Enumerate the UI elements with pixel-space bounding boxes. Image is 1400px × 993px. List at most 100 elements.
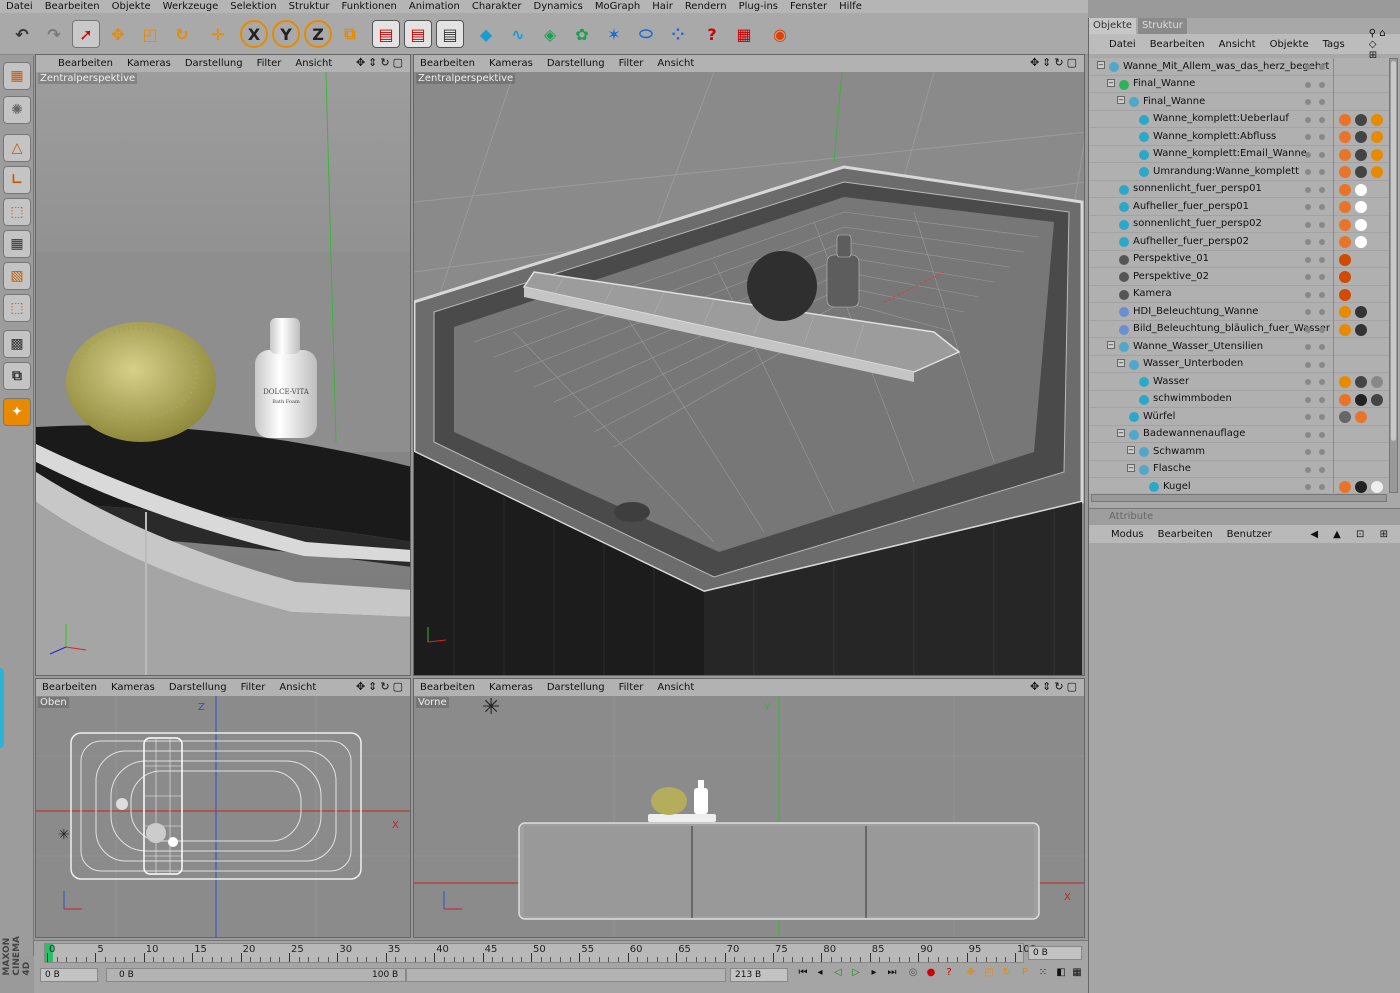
render-dot-icon[interactable] — [1319, 151, 1325, 158]
visibility-dot-icon[interactable] — [1305, 169, 1311, 175]
object-tag-icon[interactable] — [1355, 236, 1367, 248]
viewport-nav-icons[interactable]: ✥⇕↻▢ — [356, 56, 406, 69]
object-name[interactable]: schwimmboden — [1153, 393, 1232, 404]
object-tree-scrollbar[interactable] — [1389, 58, 1398, 493]
render-dot-icon[interactable] — [1319, 414, 1325, 420]
menu-item-datei[interactable]: Datei — [0, 1, 39, 12]
object-name[interactable]: Aufheller_fuer_persp02 — [1133, 236, 1249, 247]
render-dot-icon[interactable] — [1319, 449, 1325, 455]
object-tag-icon[interactable] — [1339, 393, 1351, 406]
object-tag-icon[interactable] — [1355, 411, 1367, 423]
object-name[interactable]: Umrandung:Wanne_komplett — [1153, 166, 1299, 177]
object-row[interactable]: sonnenlicht_fuer_persp02 — [1089, 216, 1389, 233]
viewport-canvas[interactable]: Vorne ✳ X Y — [414, 696, 1084, 937]
object-name[interactable]: Schwamm — [1153, 446, 1205, 457]
scale-icon[interactable]: ◰ — [136, 20, 164, 48]
polygons-mode-icon[interactable]: ⬚ — [3, 198, 31, 226]
render-dot-icon[interactable] — [1319, 431, 1325, 438]
expand-toggle-icon[interactable]: − — [1127, 463, 1135, 472]
visibility-dot-icon[interactable] — [1305, 204, 1311, 210]
visibility-dot-icon[interactable] — [1305, 326, 1311, 333]
render-dot-icon[interactable] — [1319, 239, 1325, 245]
goto-end-icon[interactable]: ⏭ — [885, 965, 899, 979]
object-tag-icon[interactable] — [1339, 148, 1351, 161]
menu-item-werkzeuge[interactable]: Werkzeuge — [157, 1, 225, 12]
object-row[interactable]: Aufheller_fuer_persp02 — [1089, 233, 1389, 251]
render-dot-icon[interactable] — [1319, 204, 1325, 210]
key-pla-icon[interactable]: ⁙ — [1036, 965, 1050, 979]
object-row[interactable]: Aufheller_fuer_persp01 — [1089, 198, 1389, 216]
object-tag-icon[interactable] — [1355, 306, 1367, 318]
object-tag-icon[interactable] — [1355, 481, 1367, 493]
viewport-perspective-left[interactable]: Bearbeiten Kameras Darstellung Filter An… — [35, 54, 411, 676]
tab-objekte[interactable]: Objekte — [1089, 18, 1137, 34]
render-dot-icon[interactable] — [1319, 116, 1325, 123]
viewport-layout-icon[interactable]: ▦ — [3, 62, 31, 90]
visibility-dot-icon[interactable] — [1305, 239, 1311, 245]
visibility-dot-icon[interactable] — [1305, 99, 1311, 105]
object-row[interactable]: Wanne_komplett:Email_Wanne — [1089, 146, 1389, 163]
menu-item-dynamics[interactable]: Dynamics — [528, 1, 589, 12]
object-row[interactable]: − Wasser_Unterboden — [1089, 356, 1389, 373]
object-name[interactable]: Würfel — [1143, 411, 1175, 422]
menu-item-hair[interactable]: Hair — [646, 1, 679, 12]
object-mode-icon[interactable]: ▧ — [3, 262, 31, 290]
visibility-dot-icon[interactable] — [1305, 396, 1311, 403]
render-dot-icon[interactable] — [1319, 256, 1325, 263]
expand-toggle-icon[interactable]: − — [1117, 428, 1125, 437]
visibility-dot-icon[interactable] — [1305, 361, 1311, 368]
visibility-dot-icon[interactable] — [1305, 414, 1311, 420]
timeline-settings-icon[interactable]: ▦ — [1070, 965, 1084, 979]
vp-menu-filter[interactable]: Filter — [613, 682, 652, 693]
record-icon[interactable]: ◎ — [906, 965, 920, 979]
viewport-canvas[interactable]: Oben ✳ X Z — [36, 696, 410, 937]
object-tag-icon[interactable] — [1355, 323, 1367, 336]
om-menu-bearbeiten[interactable]: Bearbeiten — [1150, 39, 1205, 50]
object-row[interactable]: HDI_Beleuchtung_Wanne — [1089, 303, 1389, 321]
object-name[interactable]: Bild_Beleuchtung_bläulich_fuer_Wasser — [1133, 323, 1330, 334]
play-backward-icon[interactable]: ◁ — [831, 965, 845, 979]
visibility-dot-icon[interactable] — [1305, 466, 1311, 473]
object-row[interactable]: Wasser — [1089, 373, 1389, 391]
menu-item-fenster[interactable]: Fenster — [784, 1, 833, 12]
menu-item-hilfe[interactable]: Hilfe — [833, 1, 868, 12]
object-tag-icon[interactable] — [1339, 201, 1351, 213]
array-icon[interactable]: ✿ — [568, 20, 596, 48]
attr-menu-benutzer[interactable]: Benutzer — [1227, 529, 1272, 540]
expand-toggle-icon[interactable]: − — [1107, 341, 1115, 349]
render-dot-icon[interactable] — [1319, 221, 1325, 228]
coordinate-system-icon[interactable]: ⧉ — [336, 20, 364, 48]
object-tree[interactable]: − Wanne_Mit_Allem_was_das_herz_begehrt − Fi… — [1089, 58, 1389, 493]
particle-icon[interactable]: ⁘ — [664, 20, 692, 48]
render-dot-icon[interactable] — [1319, 361, 1325, 368]
object-tag-icon[interactable] — [1355, 376, 1367, 388]
prev-key-icon[interactable]: ◂ — [813, 965, 827, 979]
visibility-dot-icon[interactable] — [1305, 379, 1311, 385]
y-axis-icon[interactable]: Y — [272, 20, 300, 48]
panel-handle[interactable] — [0, 668, 4, 748]
vp-menu-bearbeiten[interactable]: Bearbeiten — [414, 58, 483, 69]
timeline-ruler[interactable]: 0 5 10 15 20 25 30 35 40 45 50 55 60 65 70 75 80 85 90 95 10… — [44, 943, 1036, 963]
visibility-dot-icon[interactable] — [1305, 309, 1311, 315]
object-name[interactable]: sonnenlicht_fuer_persp02 — [1133, 218, 1262, 229]
scrollbar-thumb[interactable] — [1391, 61, 1396, 441]
om-menu-ansicht[interactable]: Ansicht — [1219, 39, 1256, 50]
z-axis-icon[interactable]: Z — [304, 20, 332, 48]
end-frame-field[interactable]: 213 B — [730, 968, 788, 982]
object-tag-icon[interactable] — [1355, 201, 1367, 213]
vp-menu-kameras[interactable]: Kameras — [483, 58, 541, 69]
spline-icon[interactable]: ∿ — [504, 20, 532, 48]
visibility-dot-icon[interactable] — [1305, 134, 1311, 140]
object-name[interactable]: Kugel — [1163, 481, 1191, 492]
key-position-icon[interactable]: ✥ — [964, 965, 978, 979]
object-tag-icon[interactable] — [1355, 218, 1367, 231]
viewport-nav-icons[interactable]: ✥⇕↻▢ — [1030, 680, 1080, 693]
menu-item-mograph[interactable]: MoGraph — [589, 1, 646, 12]
scene-icon[interactable]: ⬭ — [632, 20, 660, 48]
object-name[interactable]: Perspektive_02 — [1133, 271, 1209, 282]
object-row[interactable]: − Final_Wanne — [1089, 76, 1389, 93]
object-tag-icon[interactable] — [1339, 376, 1351, 388]
menu-item-funktionen[interactable]: Funktionen — [336, 1, 403, 12]
menu-item-objekte[interactable]: Objekte — [106, 1, 157, 12]
render-view-icon[interactable]: ▤ — [372, 20, 400, 48]
